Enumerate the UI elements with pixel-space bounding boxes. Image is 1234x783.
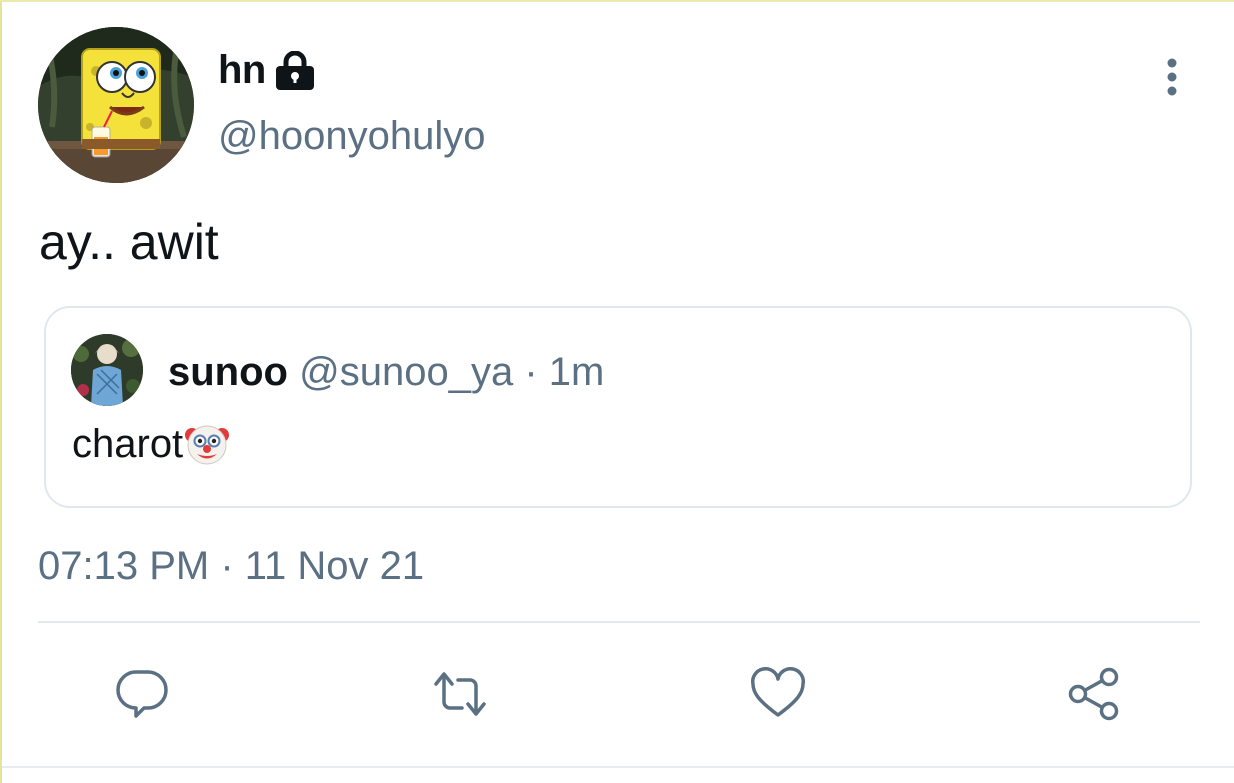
like-button[interactable] (748, 664, 808, 724)
lock-icon (275, 51, 314, 90)
share-icon (1068, 667, 1119, 721)
quoted-time: 1m (548, 350, 605, 394)
tweet-detail: hn @hoonyohulyo ay.. awit sunoo @sunoo_y… (0, 0, 1234, 783)
quoted-display-name: sunoo (168, 350, 288, 394)
more-options-button[interactable] (1152, 57, 1192, 97)
clown-face-icon (185, 425, 230, 465)
quoted-tweet-text-row: charot (72, 420, 230, 468)
sunoo-avatar-image (71, 334, 143, 406)
author-avatar[interactable] (38, 27, 194, 183)
heart-icon (751, 667, 805, 717)
quoted-tweet-header: sunoo @sunoo_ya · 1m (168, 348, 604, 396)
quoted-author-avatar (71, 334, 143, 406)
quoted-separator: · (513, 350, 549, 394)
divider (38, 621, 1200, 623)
author-display-name[interactable]: hn (218, 46, 266, 94)
share-button[interactable] (1064, 664, 1124, 724)
more-vertical-icon (1167, 58, 1177, 96)
bottom-divider (2, 766, 1234, 768)
quoted-tweet-text: charot (72, 422, 184, 466)
quoted-handle: @sunoo_ya (299, 350, 514, 394)
author-handle[interactable]: @hoonyohulyo (218, 112, 485, 160)
quoted-tweet-card[interactable]: sunoo @sunoo_ya · 1m charot (44, 306, 1192, 508)
tweet-text: ay.. awit (39, 214, 219, 270)
retweet-button[interactable] (430, 664, 490, 724)
spongebob-avatar-image (38, 27, 194, 183)
tweet-timestamp[interactable]: 07:13 PM · 11 Nov 21 (38, 542, 424, 590)
reply-button[interactable] (112, 664, 172, 724)
retweet-icon (434, 672, 486, 716)
reply-icon (116, 670, 168, 718)
author-name-row[interactable]: hn (218, 46, 316, 94)
